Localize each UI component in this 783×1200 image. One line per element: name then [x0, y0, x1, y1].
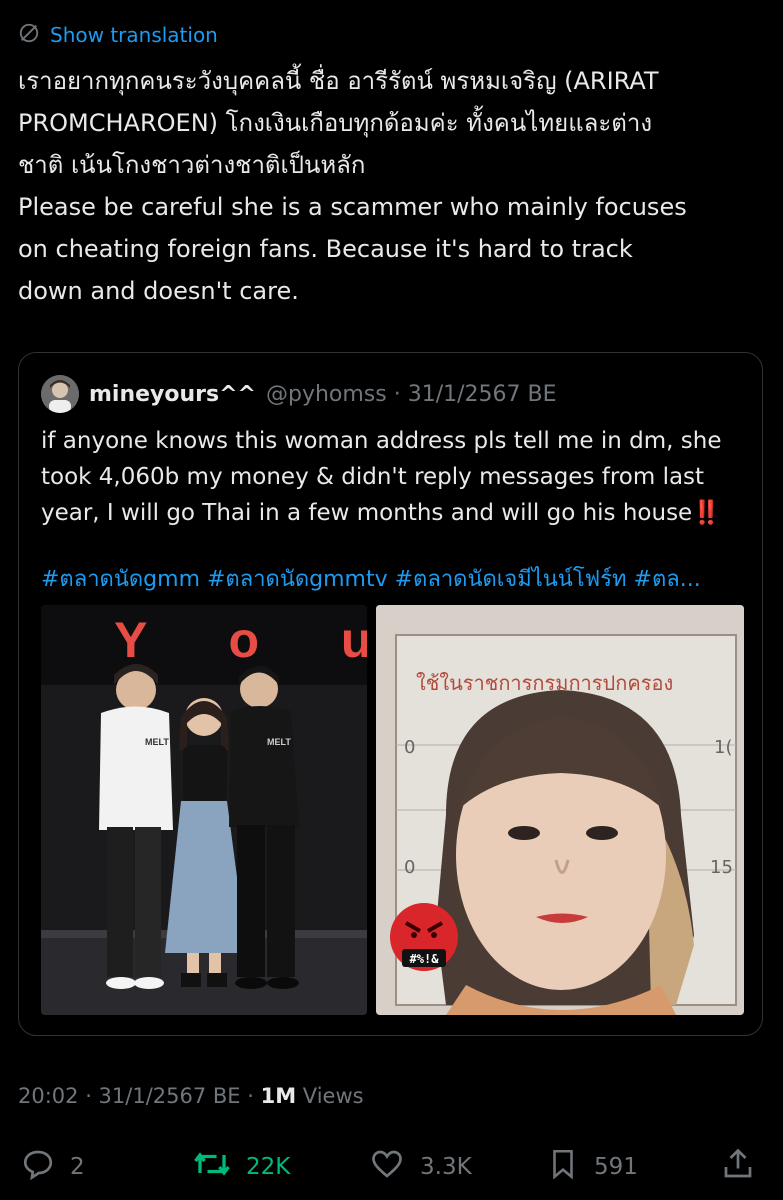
quoted-handle-date: @pyhomss · 31/1/2567 BE — [265, 381, 557, 407]
event-photo[interactable]: o Y o u MELT MELT — [41, 605, 367, 1015]
tweet-thai-line-1: เราอยากทุกคนระวังบุคคลนี้ ชื่อ อารีรัตน์… — [18, 67, 659, 95]
quoted-tweet-header: mineyours^^ @pyhomss · 31/1/2567 BE — [89, 379, 557, 409]
quoted-display-name[interactable]: mineyours^^ — [89, 382, 256, 407]
shirt-text: MELT — [145, 737, 169, 747]
share-icon — [720, 1146, 756, 1188]
ruler-left: 0 — [404, 737, 415, 758]
views-count: 1M — [260, 1084, 297, 1108]
like-count: 3.3K — [420, 1154, 472, 1180]
repost-count: 22K — [246, 1154, 291, 1180]
globe-slash-icon — [18, 22, 40, 48]
like-button[interactable]: 3.3K — [368, 1146, 472, 1188]
shirt-text-2: MELT — [267, 737, 291, 747]
double-exclamation-icon: ‼️ — [692, 500, 721, 526]
tweet-meta: 20:02 · 31/1/2567 BE · 1M Views — [18, 1084, 364, 1108]
quoted-tweet-text: if anyone knows this woman address pls t… — [41, 423, 746, 531]
quoted-line-3-wrap: year, I will go Thai in a few months and… — [41, 495, 746, 531]
show-translation-label: Show translation — [50, 23, 218, 47]
bookmark-icon — [546, 1146, 580, 1188]
reply-count: 2 — [70, 1154, 85, 1180]
quoted-line-1: if anyone knows this woman address pls t… — [41, 428, 722, 454]
ruler-left-2: 0 — [404, 857, 415, 878]
avatar[interactable] — [41, 375, 79, 413]
quoted-line-2: took 4,060b my money & didn't reply mess… — [41, 464, 705, 490]
emoji-text: #%!& — [410, 952, 440, 966]
tweet-timestamp[interactable]: 20:02 · 31/1/2567 BE · — [18, 1084, 261, 1108]
repost-icon — [192, 1146, 232, 1188]
id-photo[interactable]: ใช้ในราชการกรมการปกครอง 0 0 1( 15 #%!& — [376, 605, 744, 1015]
repost-button[interactable]: 22K — [192, 1146, 290, 1188]
reply-button[interactable]: 2 — [20, 1146, 85, 1188]
angry-face-emoji: #%!& — [390, 903, 458, 971]
ruler-right-2: 15 — [710, 857, 733, 878]
tweet-en-line-1: Please be careful she is a scammer who m… — [18, 193, 687, 221]
quoted-tweet-card[interactable]: mineyours^^ @pyhomss · 31/1/2567 BE if a… — [18, 352, 763, 1036]
tweet-en-line-2: on cheating foreign fans. Because it's h… — [18, 235, 633, 263]
tweet-thai-line-3: ชาติ เน้นโกงชาวต่างชาติเป็นหลัก — [18, 151, 366, 179]
tweet-en-line-3: down and doesn't care. — [18, 277, 299, 305]
tweet-thai-line-2: PROMCHAROEN) โกงเงินเกือบทุกด้อมค่ะ ทั้ง… — [18, 109, 653, 137]
share-button[interactable] — [720, 1146, 756, 1188]
tweet-text: เราอยากทุกคนระวังบุคคลนี้ ชื่อ อารีรัตน์… — [18, 60, 770, 312]
show-translation-button[interactable]: Show translation — [18, 22, 218, 48]
ruler-right: 1( — [714, 737, 732, 758]
backdrop-text: o Y o u — [41, 612, 367, 668]
bookmark-button[interactable]: 591 — [546, 1146, 638, 1188]
hashtags[interactable]: #ตลาดนัดgmm #ตลาดนัดgmmtv #ตลาดนัดเจมีไน… — [41, 561, 756, 596]
reply-icon — [20, 1146, 56, 1188]
bookmark-count: 591 — [594, 1154, 638, 1180]
heart-icon — [368, 1146, 406, 1188]
quoted-line-3: year, I will go Thai in a few months and… — [41, 500, 693, 526]
views-label: Views — [296, 1084, 364, 1108]
